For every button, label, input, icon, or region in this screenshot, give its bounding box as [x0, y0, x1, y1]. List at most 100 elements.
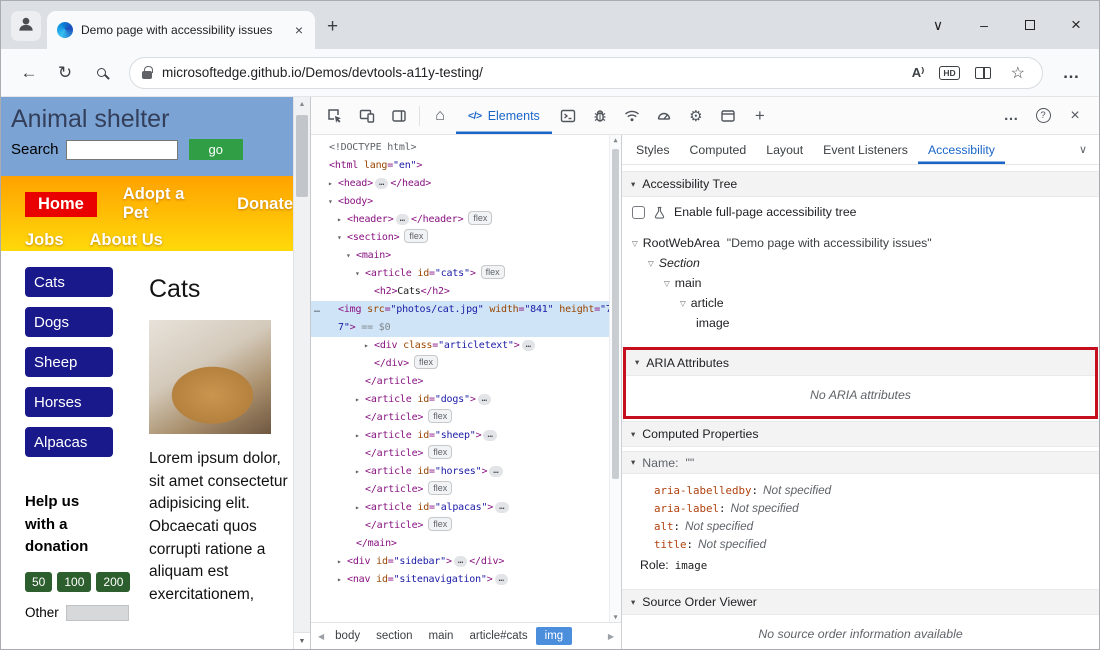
tab-elements[interactable]: </> Elements	[456, 97, 552, 134]
dom-tree-node[interactable]: ▸<div class="articletext">…	[311, 337, 621, 355]
dom-tree-node[interactable]: …<img src="photos/cat.jpg" width="841" h…	[311, 301, 621, 319]
inspect-icon[interactable]	[319, 97, 351, 134]
close-devtools-icon[interactable]: ×	[1059, 107, 1091, 125]
breadcrumb-item-section[interactable]: section	[368, 627, 420, 645]
expand-children-button[interactable]: …	[495, 574, 508, 585]
flex-badge[interactable]: flex	[468, 211, 492, 225]
tab-accessibility[interactable]: Accessibility	[918, 135, 1005, 164]
performance-icon[interactable]	[648, 97, 680, 134]
computed-name-row[interactable]: ▾ Name: ""	[622, 451, 1099, 474]
dom-tree-node[interactable]: 7"> == $0	[311, 319, 621, 337]
disclosure-arrow-icon[interactable]: ▸	[355, 463, 365, 481]
dom-tree-node[interactable]: ▸<head>…</head>	[311, 175, 621, 193]
lock-icon[interactable]	[142, 71, 152, 79]
donation-amount-50[interactable]: 50	[25, 572, 52, 592]
hd-extension-icon[interactable]: HD	[939, 66, 959, 80]
nav-link-about-us[interactable]: About Us	[90, 231, 163, 250]
dom-tree-node[interactable]: ▾<article id="cats">flex	[311, 265, 621, 283]
disclosure-arrow-icon[interactable]: ▸	[355, 499, 365, 517]
minimize-button[interactable]: –	[961, 1, 1007, 49]
expand-children-button[interactable]: …	[522, 340, 535, 351]
disclosure-arrow-icon[interactable]: ▾	[346, 247, 356, 265]
dom-tree-node[interactable]: ▾<main>	[311, 247, 621, 265]
dom-tree-node[interactable]: ▾<body>	[311, 193, 621, 211]
dom-tree-node[interactable]: </article>flex	[311, 409, 621, 427]
donation-amount-200[interactable]: 200	[96, 572, 130, 592]
dom-tree-node[interactable]: ▸<header>…</header>flex	[311, 211, 621, 229]
section-computed-properties[interactable]: ▾ Computed Properties	[622, 421, 1099, 447]
browser-menu-icon[interactable]: …	[1053, 63, 1089, 83]
disclosure-arrow-icon[interactable]: ▸	[337, 211, 347, 229]
expand-children-button[interactable]: …	[396, 214, 409, 225]
disclosure-arrow-icon[interactable]: ▽	[664, 279, 670, 288]
dom-tree-node[interactable]: <html lang="en">	[311, 157, 621, 175]
maximize-button[interactable]	[1007, 1, 1053, 49]
dom-tree-node[interactable]: ▸<div id="sidebar">…</div>	[311, 553, 621, 571]
tabs-overflow-chevron-icon[interactable]: ∨	[1079, 143, 1095, 156]
dom-tree-node[interactable]: ▸<article id="alpacas">…	[311, 499, 621, 517]
nav-link-jobs[interactable]: Jobs	[25, 231, 64, 250]
address-bar[interactable]: microsoftedge.github.io/Demos/devtools-a…	[129, 57, 1043, 89]
breadcrumb-item-article-cats[interactable]: article#cats	[461, 627, 535, 645]
disclosure-arrow-icon[interactable]: ▸	[355, 427, 365, 445]
node-menu-icon[interactable]: …	[314, 301, 320, 319]
flex-badge[interactable]: flex	[414, 355, 438, 369]
a11y-tree-node-article[interactable]: ▽article	[622, 293, 1099, 313]
flex-badge[interactable]: flex	[404, 229, 428, 243]
nav-link-donate[interactable]: Donate	[237, 195, 293, 214]
scrollbar-thumb[interactable]	[296, 115, 308, 197]
search-go-button[interactable]: go	[189, 139, 243, 160]
issues-bug-icon[interactable]	[584, 97, 616, 134]
scroll-up-icon[interactable]: ▲	[294, 97, 310, 112]
category-button-alpacas[interactable]: Alpacas	[25, 427, 113, 457]
disclosure-arrow-icon[interactable]: ▸	[337, 553, 347, 571]
dock-side-icon[interactable]	[383, 97, 415, 134]
expand-children-button[interactable]: …	[489, 466, 502, 477]
search-icon[interactable]	[83, 68, 119, 77]
nav-link-adopt-a-pet[interactable]: Adopt a Pet	[123, 185, 211, 223]
disclosure-arrow-icon[interactable]: ▽	[648, 259, 654, 268]
other-amount-input[interactable]	[66, 605, 129, 621]
disclosure-arrow-icon[interactable]: ▾	[337, 229, 347, 247]
network-conditions-icon[interactable]	[616, 97, 648, 134]
dom-tree-node[interactable]: <!DOCTYPE html>	[311, 139, 621, 157]
section-source-order-viewer[interactable]: ▾ Source Order Viewer	[622, 589, 1099, 615]
a11y-tree-node-rootwebarea[interactable]: ▽RootWebArea"Demo page with accessibilit…	[622, 233, 1099, 253]
dom-tree-node[interactable]: ▸<article id="dogs">…	[311, 391, 621, 409]
a11y-tree-node-main[interactable]: ▽main	[622, 273, 1099, 293]
dom-tree-scrollbar[interactable]: ▲▼	[609, 135, 621, 622]
category-button-cats[interactable]: Cats	[25, 267, 113, 297]
tab-styles[interactable]: Styles	[626, 135, 680, 164]
disclosure-arrow-icon[interactable]: ▾	[328, 193, 338, 211]
breadcrumb-scroll-left-icon[interactable]: ◀	[315, 632, 327, 641]
split-screen-icon[interactable]	[975, 67, 991, 79]
disclosure-arrow-icon[interactable]: ▸	[328, 175, 338, 193]
dom-tree-node[interactable]: <h2>Cats</h2>	[311, 283, 621, 301]
disclosure-arrow-icon[interactable]: ▸	[337, 571, 347, 589]
add-tools-icon[interactable]: +	[744, 97, 776, 134]
more-options-icon[interactable]: …	[995, 107, 1027, 124]
dom-tree-node[interactable]: ▸<nav id="sitenavigation">…	[311, 571, 621, 589]
dom-tree-node[interactable]: </article>	[311, 373, 621, 391]
profile-avatar-button[interactable]	[11, 11, 41, 41]
tab-close-icon[interactable]: ×	[293, 22, 305, 38]
new-tab-button[interactable]: +	[327, 17, 338, 36]
nav-link-home[interactable]: Home	[25, 192, 97, 217]
disclosure-arrow-icon[interactable]: ▸	[364, 337, 374, 355]
read-aloud-icon[interactable]: A⁾	[907, 65, 930, 81]
dom-tree-node[interactable]: </div>flex	[311, 355, 621, 373]
expand-children-button[interactable]: …	[454, 556, 467, 567]
tab-event-listeners[interactable]: Event Listeners	[813, 135, 918, 164]
category-button-horses[interactable]: Horses	[25, 387, 113, 417]
disclosure-arrow-icon[interactable]: ▽	[680, 299, 686, 308]
page-scrollbar[interactable]: ▲ ▼	[293, 97, 310, 649]
flex-badge[interactable]: flex	[428, 481, 452, 495]
breadcrumb-item-img[interactable]: img	[536, 627, 573, 645]
scroll-down-icon[interactable]: ▼	[610, 613, 621, 621]
favorites-star-icon[interactable]: ☆	[1006, 63, 1030, 83]
tab-computed[interactable]: Computed	[680, 135, 757, 164]
home-icon[interactable]: ⌂	[424, 97, 456, 134]
scroll-up-icon[interactable]: ▲	[610, 136, 621, 144]
expand-children-button[interactable]: …	[375, 178, 388, 189]
settings-gear-icon[interactable]: ⚙	[680, 97, 712, 134]
